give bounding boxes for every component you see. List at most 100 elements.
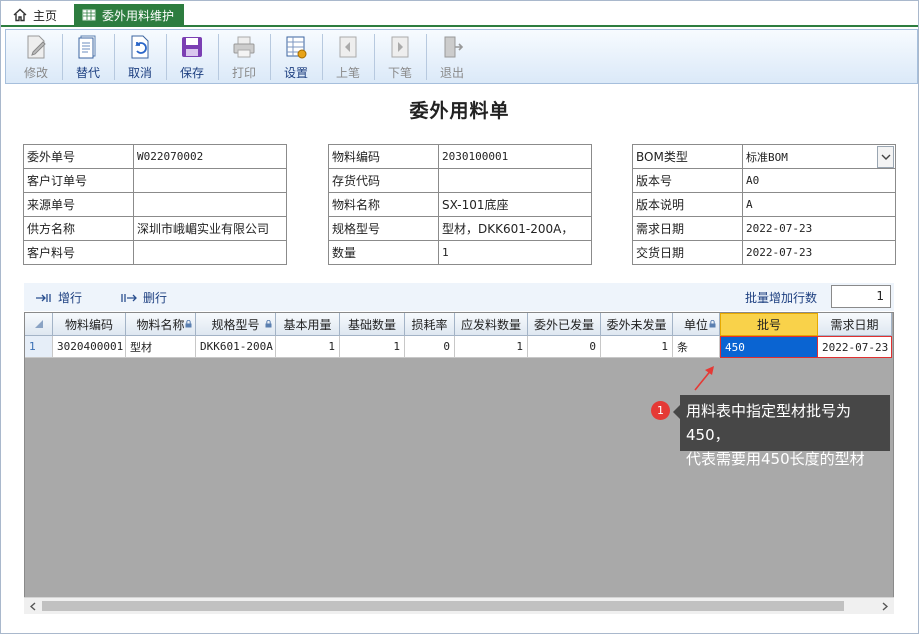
field-quantity[interactable]: 1 (438, 240, 592, 265)
settings-table-icon (286, 36, 307, 59)
add-row-label: 增行 (58, 291, 83, 305)
tab-outsource-material[interactable]: 委外用料维护 (74, 4, 185, 26)
field-delivery-date[interactable]: 2022-07-23 (742, 240, 896, 265)
label-bom-type: BOM类型 (632, 144, 743, 169)
delete-row-label: 删行 (143, 291, 168, 305)
col-header-loss-rate[interactable]: 损耗率 (405, 313, 455, 336)
form-material-info: 物料编码 2030100001 存货代码 物料名称 SX-101底座 规格型号 型材，… (328, 144, 592, 265)
col-header-issued-qty[interactable]: 委外已发量 (528, 313, 601, 336)
add-row-button[interactable]: 增行 (36, 289, 82, 306)
cell-material-code[interactable]: 3020400001 (53, 336, 126, 358)
col-header-unit-label: 单位 (683, 317, 708, 332)
col-header-spec-model-label: 规格型号 (211, 317, 260, 332)
cell-demand-date[interactable]: 2022-07-23 (818, 336, 892, 358)
grid-toolbar: 增行 删行 批量增加行数 1 (24, 283, 894, 311)
grid-header: 物料编码 物料名称 规格型号 基本用量 基础数量 损耗率 应发料数量 委外已发量… (25, 313, 892, 336)
cell-unissued-qty[interactable]: 1 (601, 336, 673, 358)
form-order-info: 委外单号 W022070002 客户订单号 来源单号 供方名称 深圳市峨嵋实业有限公… (23, 144, 287, 265)
col-header-unit[interactable]: 单位 (673, 313, 720, 336)
substitute-button[interactable]: 替代 (64, 30, 112, 83)
col-header-demand-date[interactable]: 需求日期 (818, 313, 892, 336)
cell-base-qty[interactable]: 1 (340, 336, 405, 358)
annotation-arrow (694, 366, 714, 391)
row-number[interactable]: 1 (25, 336, 53, 358)
col-header-issue-qty[interactable]: 应发料数量 (455, 313, 528, 336)
prev-record-icon (339, 36, 357, 58)
field-material-code[interactable]: 2030100001 (438, 144, 592, 169)
form-bom-info: BOM类型 标准BOM 版本号 A0 版本说明 A 需求日期 2022-07-23 交货… (632, 144, 896, 265)
callout-line-2: 代表需要用450长度的型材 (686, 450, 865, 468)
bom-type-dropdown-button[interactable] (877, 146, 894, 168)
scroll-right-button[interactable] (879, 600, 891, 612)
table-icon (82, 9, 96, 21)
col-header-unissued-qty[interactable]: 委外未发量 (601, 313, 673, 336)
scroll-left-button[interactable] (27, 600, 39, 612)
page-title: 委外用料单 (409, 100, 510, 122)
settings-button[interactable]: 设置 (272, 30, 320, 83)
toolbar-separator (270, 34, 271, 80)
cancel-button[interactable]: 取消 (116, 30, 164, 83)
next-record-icon (391, 36, 409, 58)
field-source-no[interactable] (133, 192, 287, 217)
callout-line-1: 用料表中指定型材批号为450， (686, 402, 852, 444)
batch-add-count-input[interactable]: 1 (831, 285, 891, 308)
cell-issue-qty[interactable]: 1 (455, 336, 528, 358)
scrollbar-thumb[interactable] (42, 601, 844, 611)
field-material-name[interactable]: SX-101底座 (438, 192, 592, 217)
cell-material-name[interactable]: 型材 (126, 336, 196, 358)
label-customer-order-no: 客户订单号 (23, 168, 134, 193)
tab-home[interactable]: 主页 (5, 4, 65, 26)
add-row-icon (36, 293, 51, 302)
horizontal-scrollbar[interactable] (24, 597, 894, 614)
lock-icon (709, 320, 716, 328)
col-header-material-code[interactable]: 物料编码 (53, 313, 126, 336)
cell-base-usage[interactable]: 1 (276, 336, 340, 358)
toolbar-separator (426, 34, 427, 80)
col-header-material-name[interactable]: 物料名称 (126, 313, 196, 336)
field-supplier-name[interactable]: 深圳市峨嵋实业有限公司 (133, 216, 287, 241)
next-record-button[interactable]: 下笔 (376, 30, 424, 83)
exit-button[interactable]: 退出 (428, 30, 476, 83)
field-outsource-no[interactable]: W022070002 (133, 144, 287, 169)
col-header-spec-model[interactable]: 规格型号 (196, 313, 276, 336)
field-customer-order-no[interactable] (133, 168, 287, 193)
field-demand-date[interactable]: 2022-07-23 (742, 216, 896, 241)
label-version-no: 版本号 (632, 168, 743, 193)
chevron-down-icon (881, 154, 890, 160)
col-header-batch-no[interactable]: 批号 (720, 313, 818, 336)
cell-unit[interactable]: 条 (673, 336, 720, 358)
label-supplier-name: 供方名称 (23, 216, 134, 241)
col-header-base-qty[interactable]: 基础数量 (340, 313, 405, 336)
edit-button[interactable]: 修改 (12, 30, 60, 83)
save-button[interactable]: 保存 (168, 30, 216, 83)
cell-batch-no[interactable]: 450 (720, 336, 818, 358)
prev-record-button[interactable]: 上笔 (324, 30, 372, 83)
label-material-name: 物料名称 (328, 192, 439, 217)
table-row[interactable]: 1 3020400001 型材 DKK601-200A 1 1 0 1 0 1 … (25, 336, 892, 358)
cell-loss-rate[interactable]: 0 (405, 336, 455, 358)
document-icon (78, 35, 96, 59)
cell-issued-qty[interactable]: 0 (528, 336, 601, 358)
print-button[interactable]: 打印 (220, 30, 268, 83)
undo-doc-icon (131, 35, 149, 59)
label-demand-date: 需求日期 (632, 216, 743, 241)
field-version-desc[interactable]: A (742, 192, 896, 217)
lock-icon (185, 320, 192, 328)
home-icon (13, 8, 27, 22)
label-source-no: 来源单号 (23, 192, 134, 217)
field-stock-code[interactable] (438, 168, 592, 193)
delete-row-button[interactable]: 删行 (121, 289, 167, 306)
batch-add-label: 批量增加行数 (745, 289, 817, 306)
bom-type-select[interactable]: 标准BOM (742, 144, 896, 169)
field-spec-model[interactable]: 型材，DKK601-200A， (438, 216, 592, 241)
cell-spec-model[interactable]: DKK601-200A (196, 336, 276, 358)
edit-doc-icon (27, 35, 46, 59)
label-outsource-no: 委外单号 (23, 144, 134, 169)
col-header-base-usage[interactable]: 基本用量 (276, 313, 340, 336)
label-customer-part-no: 客户料号 (23, 240, 134, 265)
callout-tail (673, 405, 680, 419)
field-customer-part-no[interactable] (133, 240, 287, 265)
exit-door-icon (444, 36, 464, 58)
grid-corner-select-all[interactable] (25, 313, 53, 336)
field-version-no[interactable]: A0 (742, 168, 896, 193)
